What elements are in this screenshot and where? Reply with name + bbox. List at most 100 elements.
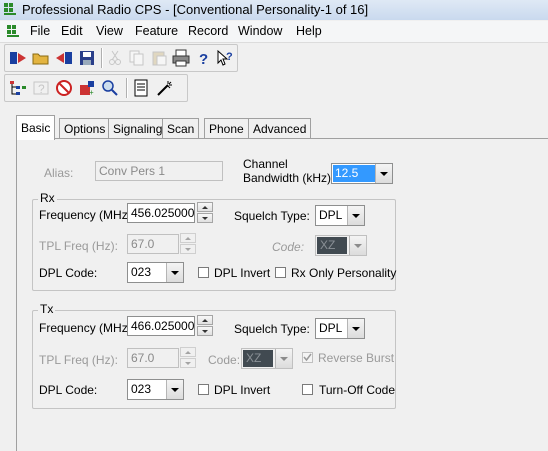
tx-dpl-invert-label: DPL Invert	[214, 383, 271, 397]
tx-tpl-freq-spinner[interactable]	[180, 347, 196, 369]
menu-window[interactable]: Window	[238, 24, 282, 38]
tx-frequency-label: Frequency (MHz):	[39, 321, 136, 335]
alias-label: Alias:	[44, 166, 74, 180]
rx-dpl-code-value: 023	[131, 265, 152, 279]
rx-frequency-spinner[interactable]	[197, 202, 213, 224]
tx-code-label: Code:	[208, 353, 241, 367]
chevron-down-icon[interactable]	[347, 206, 364, 225]
secondary-toolbar: ? +	[4, 74, 188, 102]
tx-tpl-freq-input[interactable]: 67.0	[127, 348, 179, 368]
document-menu-icon[interactable]	[6, 24, 20, 38]
svg-text:+: +	[89, 88, 94, 97]
spin-down-icon[interactable]	[197, 213, 213, 223]
wizard-icon[interactable]	[155, 78, 175, 98]
tx-dpl-code-value: 023	[131, 382, 152, 396]
menu-record[interactable]: Record	[188, 24, 228, 38]
tab-advanced[interactable]: Advanced	[248, 118, 312, 139]
help-disabled-icon[interactable]: ?	[31, 78, 51, 98]
menu-view[interactable]: View	[96, 24, 123, 38]
rx-code-label: Code:	[272, 240, 305, 254]
rx-dpl-invert-label: DPL Invert	[214, 266, 271, 280]
app-icon	[3, 2, 17, 16]
menu-bar: File Edit View Feature Record Window Hel…	[0, 21, 548, 43]
spin-down-icon[interactable]	[180, 244, 196, 254]
channel-bandwidth-label-line2: Bandwidth (kHz):	[243, 171, 335, 185]
tab-options[interactable]: Options	[59, 118, 111, 139]
rx-tpl-freq-spinner[interactable]	[180, 233, 196, 255]
tree-view-icon[interactable]	[8, 78, 28, 98]
spin-up-icon[interactable]	[180, 233, 196, 243]
no-entry-icon[interactable]	[54, 78, 74, 98]
toolbar-separator	[101, 48, 103, 68]
title-bar: Professional Radio CPS - [Conventional P…	[0, 0, 548, 20]
tab-scan[interactable]: Scan	[162, 118, 200, 139]
copy-icon[interactable]	[127, 48, 147, 68]
turn-off-code-checkbox[interactable]	[302, 384, 313, 395]
tx-code-select[interactable]: XZ	[241, 348, 293, 369]
menu-help[interactable]: Help	[296, 24, 322, 38]
add-record-icon[interactable]: +	[77, 78, 97, 98]
cut-icon[interactable]	[105, 48, 125, 68]
tab-signaling[interactable]: Signaling	[108, 118, 168, 139]
svg-text:?: ?	[38, 82, 45, 96]
tx-frequency-spinner[interactable]	[197, 315, 213, 337]
chevron-down-icon[interactable]	[166, 380, 183, 399]
paste-icon[interactable]	[149, 48, 169, 68]
checkmark-icon	[303, 353, 312, 362]
reverse-burst-checkbox[interactable]	[302, 352, 313, 363]
rx-code-select[interactable]: XZ	[315, 235, 367, 256]
tx-frequency-input[interactable]: 466.025000	[127, 316, 195, 336]
help-icon[interactable]: ?	[193, 48, 213, 68]
tab-basic[interactable]: Basic	[16, 115, 56, 140]
alias-field[interactable]: Conv Pers 1	[95, 161, 223, 181]
channel-bandwidth-value: 12.5	[333, 165, 375, 182]
chevron-down-icon[interactable]	[166, 263, 183, 282]
rx-frequency-input[interactable]: 456.025000	[127, 203, 195, 223]
open-codeplug-icon[interactable]	[8, 48, 28, 68]
notes-icon[interactable]	[131, 78, 151, 98]
spin-up-icon[interactable]	[180, 347, 196, 357]
rx-only-personality-checkbox[interactable]	[275, 267, 286, 278]
rx-dpl-code-select[interactable]: 023	[127, 262, 184, 283]
chevron-down-icon[interactable]	[275, 349, 292, 368]
chevron-down-icon[interactable]	[347, 319, 364, 338]
print-icon[interactable]	[171, 48, 191, 68]
open-folder-icon[interactable]	[31, 48, 51, 68]
spin-down-icon[interactable]	[197, 326, 213, 336]
svg-text:?: ?	[226, 51, 233, 63]
spin-down-icon[interactable]	[180, 358, 196, 368]
menu-feature[interactable]: Feature	[135, 24, 178, 38]
rx-code-value: XZ	[317, 237, 347, 254]
rx-legend: Rx	[38, 191, 57, 205]
toolbar-separator	[126, 78, 128, 98]
find-icon[interactable]	[100, 78, 120, 98]
menu-edit[interactable]: Edit	[61, 24, 83, 38]
rx-dpl-code-label: DPL Code:	[39, 266, 98, 280]
window-title: Professional Radio CPS - [Conventional P…	[22, 2, 369, 17]
rx-dpl-invert-checkbox[interactable]	[198, 267, 209, 278]
channel-bandwidth-select[interactable]: 12.5	[331, 163, 393, 184]
rx-frequency-label: Frequency (MHz):	[39, 208, 136, 222]
tx-squelch-type-select[interactable]: DPL	[315, 318, 365, 339]
tx-dpl-code-select[interactable]: 023	[127, 379, 184, 400]
tx-legend: Tx	[38, 302, 56, 316]
svg-text:?: ?	[199, 51, 208, 67]
rx-squelch-type-label: Squelch Type:	[234, 209, 310, 223]
tx-squelch-type-value: DPL	[319, 321, 343, 335]
chevron-down-icon[interactable]	[375, 164, 392, 183]
chevron-down-icon[interactable]	[349, 236, 366, 255]
tx-dpl-code-label: DPL Code:	[39, 383, 98, 397]
spin-up-icon[interactable]	[197, 315, 213, 325]
tab-phone[interactable]: Phone	[204, 118, 249, 139]
spin-up-icon[interactable]	[197, 202, 213, 212]
rx-squelch-type-select[interactable]: DPL	[315, 205, 365, 226]
rx-only-personality-label: Rx Only Personality	[291, 266, 397, 280]
tx-dpl-invert-checkbox[interactable]	[198, 384, 209, 395]
tx-code-value: XZ	[243, 350, 273, 367]
read-radio-icon[interactable]	[54, 48, 74, 68]
context-help-icon[interactable]: ?	[215, 48, 235, 68]
save-icon[interactable]	[77, 48, 97, 68]
menu-file[interactable]: File	[30, 24, 50, 38]
channel-bandwidth-label-line1: Channel	[243, 157, 288, 171]
rx-tpl-freq-input[interactable]: 67.0	[127, 234, 179, 254]
